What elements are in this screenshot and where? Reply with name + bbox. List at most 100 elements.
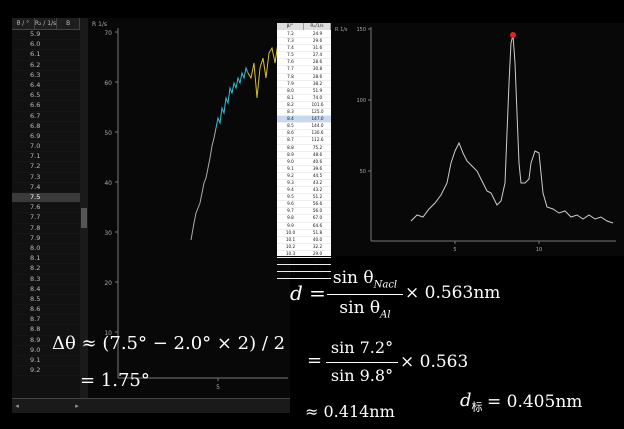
right-measurement-window: β/° R₀/1/s 7.2 24.9 7.3 29.6 7.4 31.6 7.5 27.4 7… — [277, 23, 624, 280]
left-table-row[interactable]: 7.4 — [12, 183, 80, 193]
right-table-row[interactable]: 8.7 112.6 — [277, 137, 331, 145]
scroll-right-arrow-icon[interactable]: ▸ — [72, 401, 82, 411]
right-table-row[interactable]: 7.7 30.8 — [277, 66, 331, 74]
right-table-row[interactable]: 9.3 43.2 — [277, 180, 331, 188]
left-table-row[interactable]: 7.1 — [12, 152, 80, 163]
right-cell-angle: 9.6 — [287, 201, 294, 207]
left-table-row[interactable]: 5.9 — [12, 30, 80, 41]
left-y-tick-label: 60 — [104, 80, 112, 87]
right-table-row[interactable]: 10.4 28.0 — [277, 258, 331, 266]
right-peak-marker — [510, 32, 516, 38]
right-chart-svg: 150 100 50 5 10 R 1/s — [335, 27, 616, 253]
left-table-row[interactable]: 6.5 — [12, 91, 80, 102]
right-table-row[interactable]: 9.5 51.2 — [277, 194, 331, 202]
right-table-row[interactable]: 8.8 75.2 — [277, 145, 331, 152]
left-table-row[interactable]: 7.3 — [12, 173, 80, 183]
right-cell-angle: 8.0 — [287, 87, 294, 93]
left-table-row[interactable]: 9.2 — [12, 366, 80, 377]
left-col-rate[interactable]: R₂ / 1/s — [35, 18, 58, 29]
right-table-row[interactable]: 9.6 56.6 — [277, 201, 331, 209]
right-table-row[interactable]: 10.2 32.2 — [277, 244, 331, 251]
right-table-row[interactable]: 7.2 24.9 — [277, 31, 331, 39]
right-table-row[interactable]: 9.7 56.0 — [277, 208, 331, 216]
right-col-angle[interactable]: β/° — [277, 23, 304, 30]
right-cell-angle: 10.4 — [285, 258, 296, 263]
right-x-tick-label: 5 — [453, 247, 456, 253]
right-table-row[interactable]: 7.6 28.6 — [277, 59, 331, 67]
left-horizontal-scrollbar[interactable]: ◂ ▸ — [12, 398, 290, 413]
left-table-row[interactable]: 8.2 — [12, 264, 80, 275]
right-cell-rate: 64.6 — [312, 222, 323, 228]
right-table-row[interactable]: 7.3 29.6 — [277, 38, 331, 46]
left-table-row[interactable]: 8.1 — [12, 254, 80, 265]
right-table-row[interactable]: 10.1 40.0 — [277, 237, 331, 244]
left-table-row[interactable]: 7.0 — [12, 142, 80, 153]
right-cell-rate: 74.0 — [312, 94, 323, 100]
left-table-row[interactable]: 8.5 — [12, 295, 80, 306]
left-table-row[interactable]: 6.8 — [12, 122, 80, 132]
right-table-row[interactable]: 9.2 44.5 — [277, 173, 331, 180]
right-cell-angle: 10.1 — [285, 236, 296, 242]
right-cell-rate: 39.6 — [312, 165, 323, 171]
right-table-row[interactable]: 7.4 31.6 — [277, 45, 331, 53]
left-table-row[interactable]: 6.2 — [12, 61, 80, 71]
left-table-row[interactable]: 9.1 — [12, 356, 80, 367]
left-table-row[interactable]: 6.7 — [12, 112, 80, 122]
left-table-row[interactable]: 6.3 — [12, 71, 80, 81]
right-table-row[interactable]: 9.1 39.6 — [277, 166, 331, 173]
right-table-row[interactable]: 8.6 130.6 — [277, 130, 331, 138]
right-cell-angle: 10.6 — [285, 272, 296, 278]
d-den-sub: Al — [380, 309, 391, 321]
left-col-angle[interactable]: θ / ° — [12, 18, 35, 29]
left-y-tick-label: 20 — [104, 280, 112, 287]
right-table-row[interactable]: 7.5 27.4 — [277, 52, 331, 60]
right-table-row[interactable]: 7.8 28.6 — [277, 74, 331, 81]
left-table-row[interactable]: 6.4 — [12, 81, 80, 92]
right-col-rate[interactable]: R₀/1/s — [304, 23, 331, 30]
left-x-tick-label: 5 — [216, 384, 220, 391]
left-table-row[interactable]: 7.5 — [12, 193, 80, 204]
left-table-row[interactable]: 6.9 — [12, 132, 80, 143]
left-table-row[interactable]: 8.3 — [12, 275, 80, 285]
d-formula-lhs: d = — [290, 281, 326, 305]
right-table-row[interactable]: 7.9 38.2 — [277, 81, 331, 88]
right-table-row[interactable]: 8.9 48.6 — [277, 152, 331, 159]
scroll-left-arrow-icon[interactable]: ◂ — [12, 401, 22, 411]
d-std-letter: d — [460, 390, 472, 411]
right-cell-rate: 56.6 — [312, 201, 323, 207]
right-cell-angle: 8.2 — [287, 101, 294, 107]
right-table-row[interactable]: 8.2 101.6 — [277, 101, 331, 110]
left-table-row[interactable]: 7.6 — [12, 203, 80, 214]
left-table-row[interactable]: 8.7 — [12, 315, 80, 326]
left-table-row[interactable]: 7.7 — [12, 213, 80, 224]
left-table-row[interactable]: 8.0 — [12, 244, 80, 255]
right-cell-rate: 40.6 — [312, 158, 323, 164]
right-table-row[interactable]: 10.6 25.4 — [277, 272, 331, 280]
left-table-row[interactable]: 8.4 — [12, 285, 80, 295]
left-table-row[interactable]: 7.2 — [12, 162, 80, 173]
left-table-row[interactable]: 6.0 — [12, 40, 80, 51]
left-table-row[interactable]: 6.1 — [12, 50, 80, 61]
right-table-row[interactable]: 9.0 40.6 — [277, 159, 331, 166]
right-table-row[interactable]: 9.8 67.0 — [277, 215, 331, 223]
right-cell-rate: 51.9 — [312, 87, 323, 93]
right-table-row[interactable]: 8.0 51.9 — [277, 88, 331, 95]
left-table-row[interactable]: 8.6 — [12, 305, 80, 316]
right-table-row[interactable]: 9.4 43.2 — [277, 187, 331, 195]
right-table-row[interactable]: 10.0 51.8 — [277, 230, 331, 237]
right-cell-angle: 7.9 — [287, 80, 294, 86]
right-table-row[interactable]: 10.5 26.2 — [277, 265, 331, 273]
right-table-row[interactable]: 8.4 147.0 — [277, 116, 331, 124]
right-table-row[interactable]: 10.3 29.0 — [277, 251, 331, 258]
right-table-row[interactable]: 9.9 64.6 — [277, 223, 331, 230]
left-table-row[interactable]: 6.6 — [12, 101, 80, 112]
left-scroll-thumb[interactable] — [81, 208, 87, 228]
right-table-header: β/° R₀/1/s — [277, 23, 331, 30]
left-col-b[interactable]: B — [57, 18, 81, 29]
left-table-row[interactable]: 7.8 — [12, 224, 80, 234]
right-table-row[interactable]: 8.3 125.0 — [277, 109, 331, 117]
right-cell-rate: 29.0 — [312, 250, 323, 256]
right-table-row[interactable]: 8.5 144.0 — [277, 123, 331, 131]
right-table-row[interactable]: 8.1 74.0 — [277, 95, 331, 102]
left-table-row[interactable]: 7.9 — [12, 234, 80, 244]
